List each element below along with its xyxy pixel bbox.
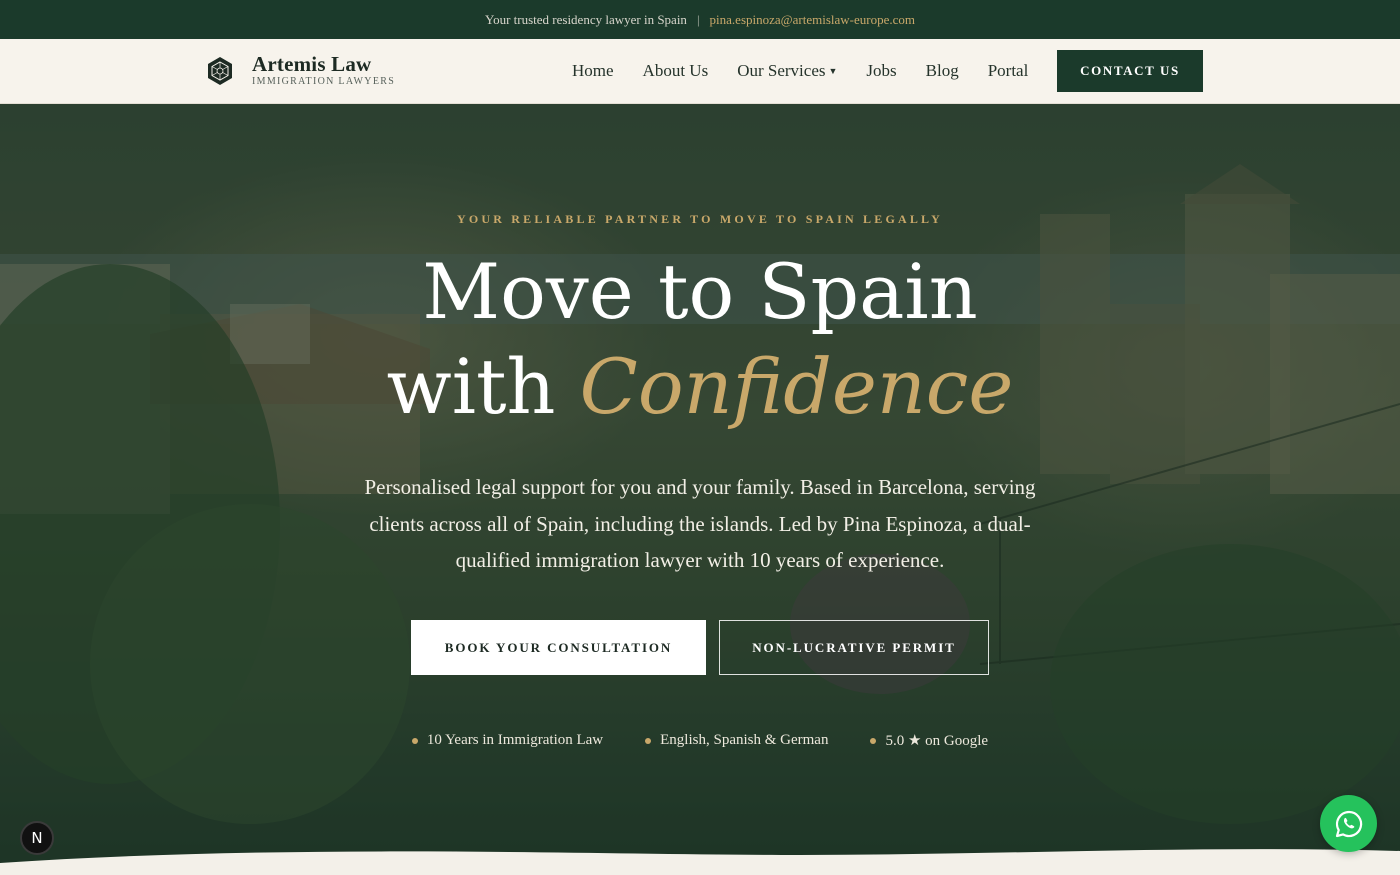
site-header: Artemis Law IMMIGRATION LAWYERS Home Abo…	[0, 39, 1400, 104]
top-bar-tagline: Your trusted residency lawyer in Spain	[484, 11, 687, 27]
main-nav: Home About Us Our Services ▼ Jobs Blog Po…	[572, 39, 1057, 103]
book-consultation-button[interactable]: BOOK YOUR CONSULTATION	[411, 620, 706, 675]
brand-tagline: IMMIGRATION LAWYERS	[252, 76, 396, 87]
whatsapp-icon	[1335, 810, 1362, 837]
trust-badges: 10 Years in Immigration Law English, Spa…	[0, 731, 1400, 750]
brand-name: Artemis Law	[252, 52, 372, 76]
hero-headline-line2: with Confidence	[0, 349, 1400, 425]
badge-text: 10 Years in Immigration Law	[426, 732, 604, 748]
contact-us-button[interactable]: CONTACT US	[1057, 50, 1203, 92]
hero-eyebrow: YOUR RELIABLE PARTNER TO MOVE TO SPAIN L…	[456, 212, 944, 226]
brand: Artemis Law IMMIGRATION LAWYERS	[252, 54, 395, 87]
non-lucrative-permit-button[interactable]: NON-LUCRATIVE PERMIT	[719, 620, 989, 675]
nav-our-services[interactable]: Our Services ▼	[737, 61, 837, 81]
top-bar-email-link[interactable]: pina.espinoza@artemislaw-europe.com	[710, 12, 915, 28]
top-bar-separator: |	[696, 11, 700, 27]
caret-down-icon: ▼	[828, 66, 838, 76]
badge-text: 5.0 ★ on Google	[885, 733, 989, 749]
badge-text: English, Spanish & German	[660, 732, 829, 748]
dev-indicator-button[interactable]: N	[20, 821, 54, 855]
hero-section: YOUR RELIABLE PARTNER TO MOVE TO SPAIN L…	[0, 104, 1400, 875]
nav-blog[interactable]: Blog	[926, 61, 959, 81]
logo-link[interactable]: Artemis Law IMMIGRATION LAWYERS	[206, 54, 395, 87]
badge-languages: English, Spanish & German	[645, 731, 828, 750]
bullet-dot-icon	[411, 737, 418, 744]
nav-home[interactable]: Home	[572, 61, 614, 81]
hero-headline-plain: with	[386, 342, 556, 431]
nav-our-services-label: Our Services	[737, 61, 826, 80]
nav-about-us[interactable]: About Us	[643, 61, 709, 81]
bullet-dot-icon	[870, 737, 877, 744]
hero-description: Personalised legal support for you and y…	[364, 475, 1036, 572]
badge-rating: 5.0 ★ on Google	[870, 731, 988, 750]
hero-headline-accent: Confidence	[579, 342, 1014, 431]
hero-bottom-wave	[0, 849, 1400, 875]
nav-jobs[interactable]: Jobs	[866, 61, 896, 81]
badge-experience: 10 Years in Immigration Law	[411, 731, 604, 750]
top-bar: Your trusted residency lawyer in Spain |…	[0, 0, 1400, 39]
hero-headline-line1: Move to Spain	[422, 247, 978, 336]
hexagon-emblem-icon	[208, 56, 232, 85]
whatsapp-chat-button[interactable]	[1320, 795, 1377, 852]
nav-portal[interactable]: Portal	[988, 61, 1029, 81]
bullet-dot-icon	[645, 737, 652, 744]
